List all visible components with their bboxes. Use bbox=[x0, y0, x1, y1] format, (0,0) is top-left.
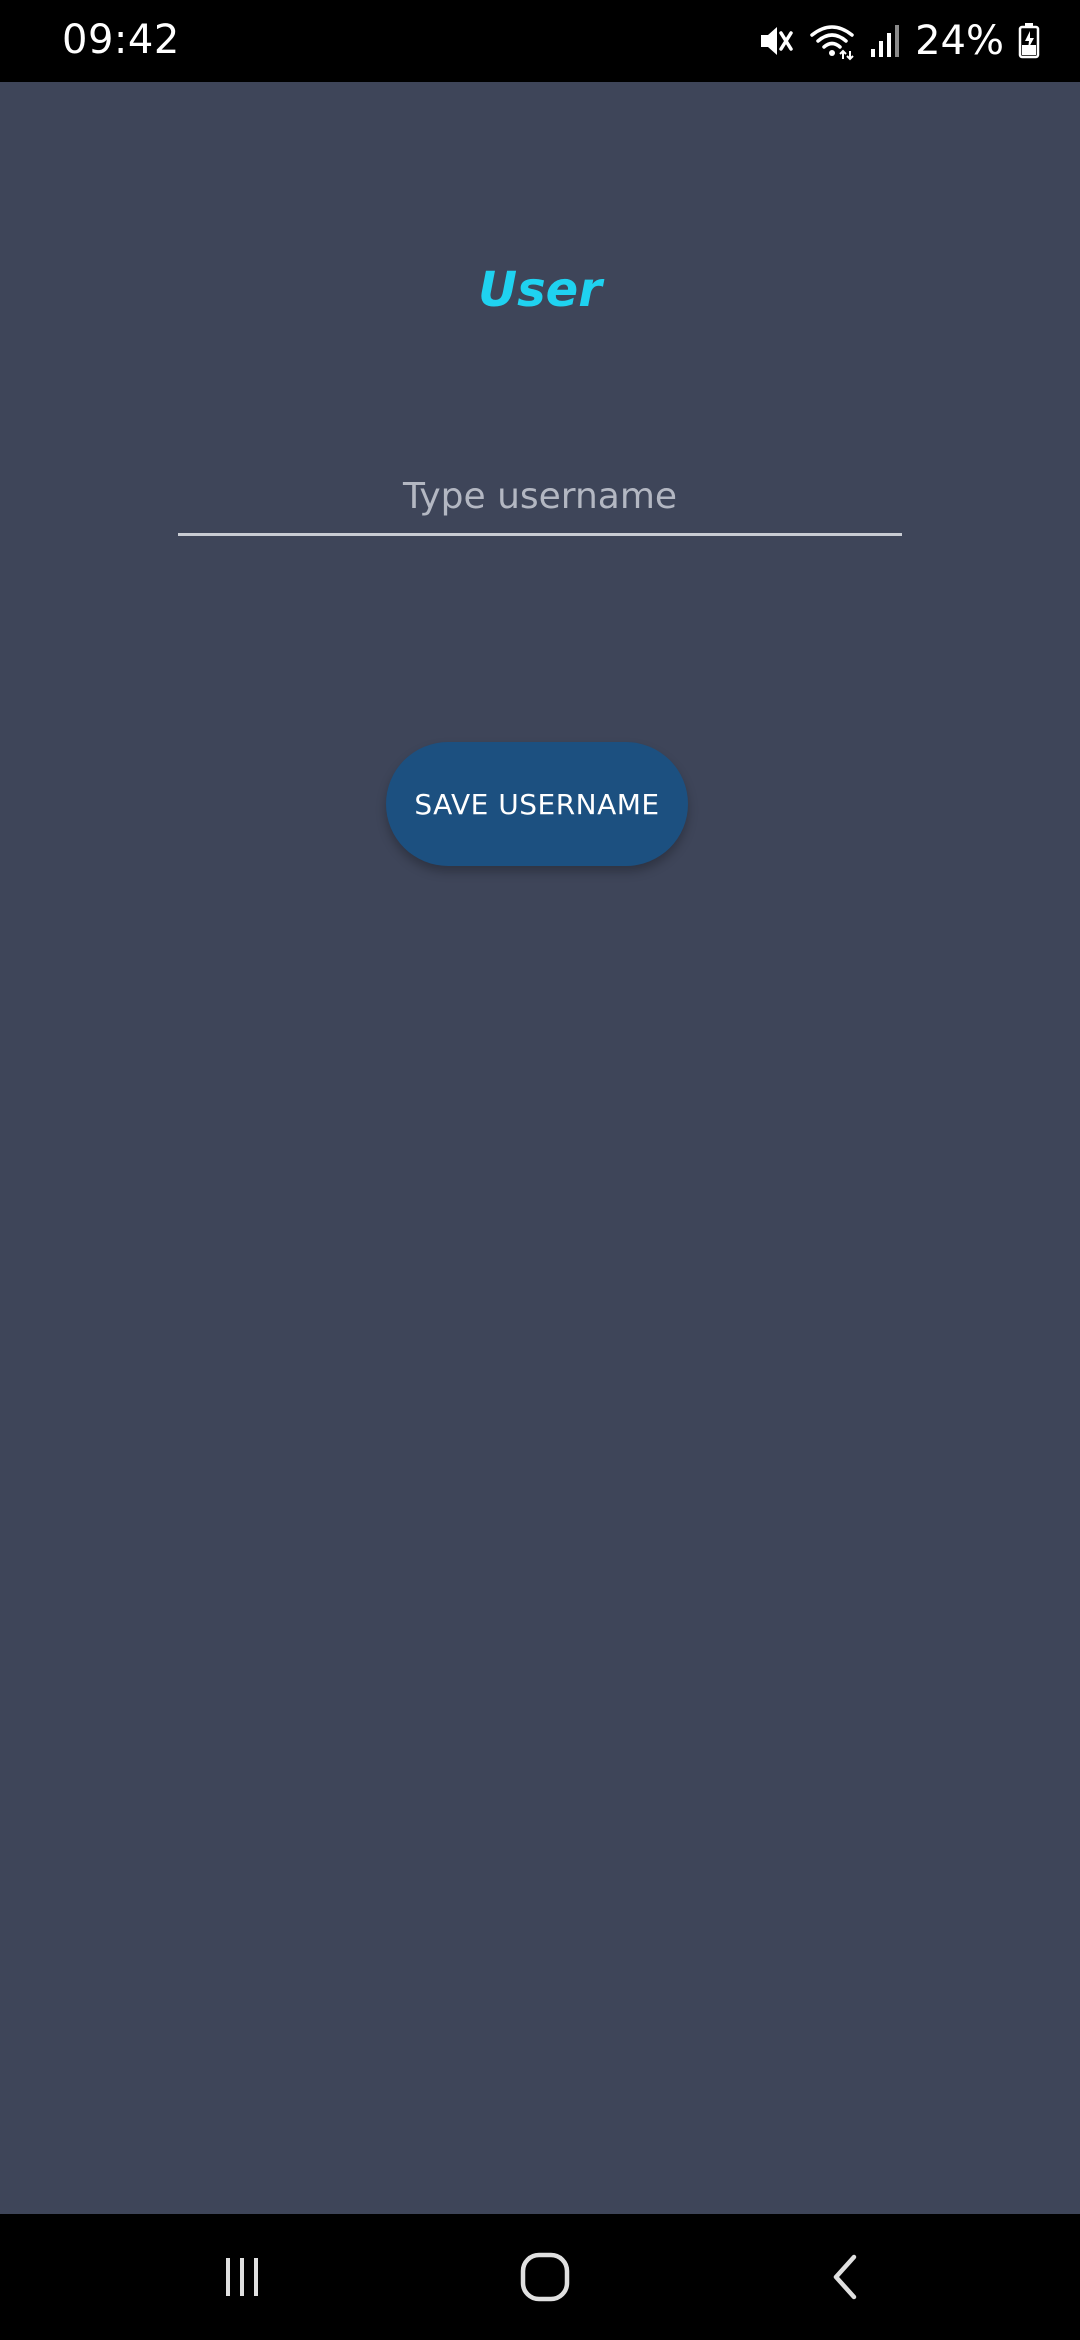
signal-icon bbox=[871, 25, 900, 57]
back-icon bbox=[833, 2254, 857, 2300]
page-title: User bbox=[478, 262, 602, 318]
navigation-bar bbox=[0, 2214, 1080, 2340]
save-username-button[interactable]: SAVE USERNAME bbox=[386, 742, 688, 866]
battery-percent: 24% bbox=[915, 18, 1004, 64]
back-button[interactable] bbox=[802, 2242, 892, 2312]
home-icon bbox=[520, 2252, 570, 2302]
battery-charging-icon bbox=[1018, 23, 1040, 59]
home-button[interactable] bbox=[500, 2242, 590, 2312]
wifi-icon bbox=[810, 25, 854, 61]
status-time: 09:42 bbox=[62, 17, 180, 63]
username-input[interactable] bbox=[178, 460, 902, 536]
status-icons: 24% bbox=[755, 14, 1040, 68]
mute-icon bbox=[761, 27, 793, 55]
status-bar: 09:42 24% bbox=[0, 0, 1080, 82]
recent-apps-icon bbox=[226, 2258, 258, 2296]
recent-apps-button[interactable] bbox=[197, 2242, 287, 2312]
app-screen: 09:42 24% User Type username SAVE USERNA… bbox=[0, 0, 1080, 2340]
